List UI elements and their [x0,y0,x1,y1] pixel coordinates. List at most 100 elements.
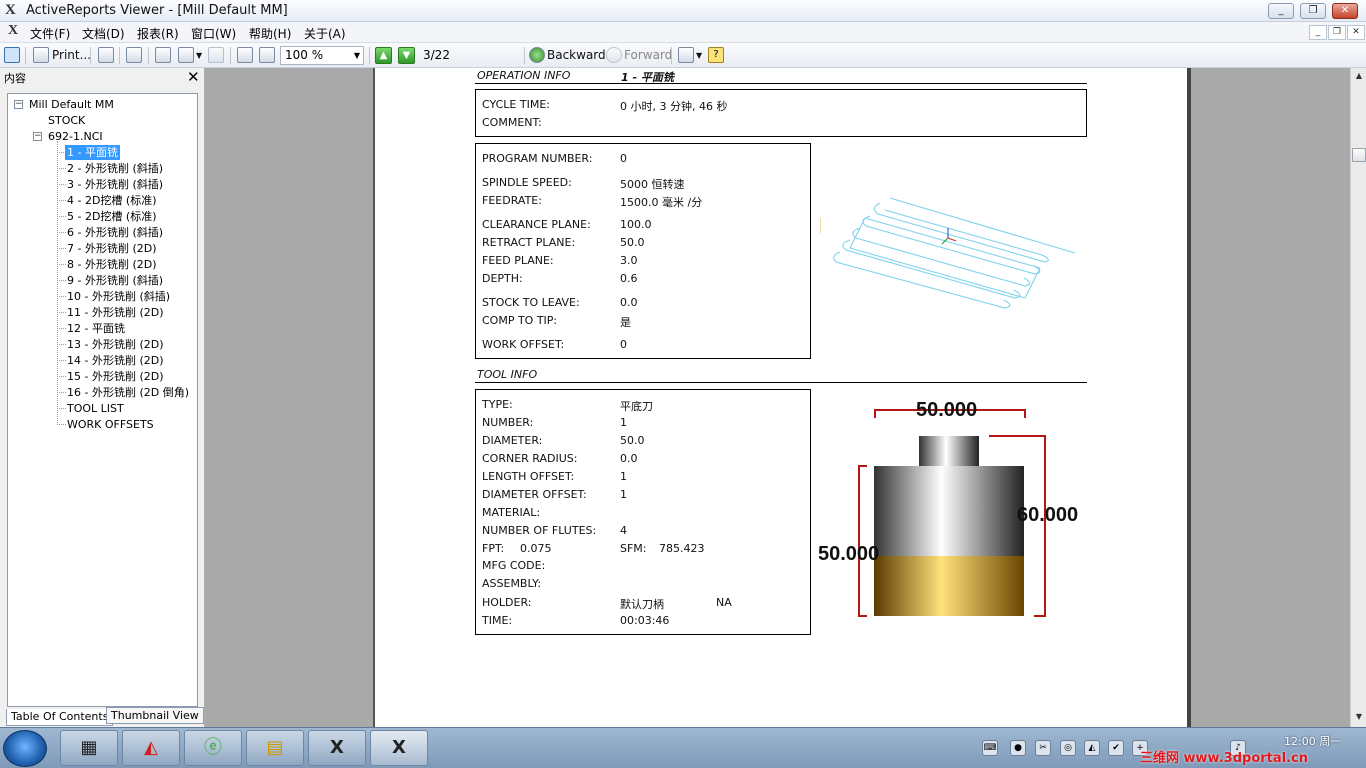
tree-connector [57,328,66,329]
mastercam-icon[interactable]: X [308,730,366,766]
zoom-out-icon[interactable] [237,47,253,63]
minimize-button[interactable]: _ [1268,3,1294,19]
tray-paint-icon[interactable]: ◭ [1084,740,1100,756]
tree-item-operation[interactable]: 2 - 外形铣削 (斜插) [67,161,163,176]
paint-app-icon[interactable]: ◭ [122,730,180,766]
collapse-icon[interactable]: − [14,100,23,109]
toc-toggle-icon[interactable] [4,47,20,63]
watermark-text: 三维网 www.3dportal.cn [1140,751,1309,766]
multi-page-icon[interactable] [178,47,194,63]
tool-label: DIAMETER: [482,434,543,447]
single-page-icon[interactable] [155,47,171,63]
param-label: RETRACT PLANE: [482,236,576,249]
scroll-up-icon[interactable]: ▲ [1353,71,1365,80]
zoom-in-icon[interactable] [259,47,275,63]
param-label: FEED PLANE: [482,254,554,267]
collapse-icon[interactable]: − [33,132,42,141]
tree-item-operation[interactable]: TOOL LIST [67,401,124,416]
tree-item-operation[interactable]: 6 - 外形铣削 (斜插) [67,225,163,240]
forward-icon[interactable] [606,47,622,63]
forward-button[interactable]: Forward [624,46,672,65]
mdi-minimize-button[interactable]: _ [1309,25,1327,40]
browser-icon[interactable]: ⓔ [184,730,242,766]
tray-tool-icon[interactable]: ✂ [1035,740,1051,756]
scroll-thumb[interactable] [1352,148,1366,162]
calculator-icon[interactable]: ▦ [60,730,118,766]
copy-icon[interactable] [98,47,114,63]
menu-report[interactable]: 报表(R) [137,25,179,42]
menu-document[interactable]: 文档(D) [82,25,125,42]
app-menu-icon[interactable]: X [8,23,18,39]
system-clock[interactable]: 12:00 周一 [1284,733,1341,749]
tab-thumbnail-view[interactable]: Thumbnail View [106,707,204,724]
menu-file[interactable]: 文件(F) [30,25,70,42]
tree-item-operation[interactable]: 16 - 外形铣削 (2D 倒角) [67,385,189,400]
mfg-code-label: MFG CODE: [482,559,546,572]
tree-item-operation[interactable]: 11 - 外形铣削 (2D) [67,305,164,320]
param-label: FEEDRATE: [482,194,542,207]
start-button[interactable] [3,730,47,767]
next-page-button[interactable]: ▼ [398,47,415,64]
tree-item-operation[interactable]: 4 - 2D挖槽 (标准) [67,193,157,208]
assembly-label: ASSEMBLY: [482,577,542,590]
menu-help[interactable]: 帮助(H) [249,25,291,42]
tree-item-operation[interactable]: 14 - 外形铣削 (2D) [67,353,164,368]
toolbar-separator [148,47,149,64]
scroll-down-icon[interactable]: ▼ [1353,712,1365,721]
tree-item-operation[interactable]: 1 - 平面铣 [65,145,120,160]
dimension-right: 60.000 [1017,504,1079,526]
panel-close-icon[interactable]: ✕ [187,68,200,86]
tree-item-operation[interactable]: WORK OFFSETS [67,417,154,432]
annotation-icon[interactable] [678,47,694,63]
tray-check-icon[interactable]: ✔ [1108,740,1124,756]
help-icon[interactable]: ? [708,47,724,63]
chevron-down-icon[interactable]: ▼ [354,47,360,64]
tray-app-icon[interactable]: ● [1010,740,1026,756]
backward-button[interactable]: Backward [547,46,606,65]
tab-table-of-contents[interactable]: Table Of Contents [6,709,114,726]
restore-button[interactable]: ❐ [1300,3,1326,19]
zoom-value: 100 % [285,48,324,62]
operation-info-heading: OPERATION INFO [477,69,571,82]
tree-item-operation[interactable]: 5 - 2D挖槽 (标准) [67,209,157,224]
tray-disc-icon[interactable]: ◎ [1060,740,1076,756]
activereports-taskbar-icon[interactable]: X [370,730,428,766]
print-button[interactable]: Print... [52,46,91,65]
tree-item-operation[interactable]: 10 - 外形铣削 (斜插) [67,289,170,304]
tool-info-heading: TOOL INFO [477,368,538,381]
sfm-label: SFM: [620,542,647,555]
page-number-input[interactable]: 3/22 [419,46,524,65]
tool-value: 0.0 [620,452,638,465]
tree-connector [57,408,66,409]
continuous-page-icon[interactable] [208,47,224,63]
close-window-button[interactable]: ✕ [1332,3,1358,19]
tree-connector [57,200,66,201]
tree-item-operation[interactable]: 13 - 外形铣削 (2D) [67,337,164,352]
multi-page-dropdown-icon[interactable]: ▼ [196,46,202,65]
tree-item-operation[interactable]: 9 - 外形铣削 (斜插) [67,273,163,288]
backward-icon[interactable] [529,47,545,63]
annotation-dropdown-icon[interactable]: ▼ [696,46,702,65]
tree-item-operation[interactable]: 12 - 平面铣 [67,321,125,336]
tool-label: NUMBER OF FLUTES: [482,524,597,537]
tree-item-operation[interactable]: 7 - 外形铣削 (2D) [67,241,157,256]
menu-window[interactable]: 窗口(W) [191,25,236,42]
menu-about[interactable]: 关于(A) [304,25,346,42]
mdi-close-button[interactable]: ✕ [1347,25,1365,40]
keyboard-icon[interactable]: ⌨ [982,740,998,756]
tree-item-stock[interactable]: STOCK [48,113,85,128]
mdi-restore-button[interactable]: ❐ [1328,25,1346,40]
find-binoculars-icon[interactable] [126,47,142,63]
tree-item-root[interactable]: Mill Default MM [29,97,114,112]
toolbar-separator [119,47,120,64]
tool-value: 1 [620,470,627,483]
zoom-select[interactable]: 100 % ▼ [280,46,364,65]
tree-item-operation[interactable]: 3 - 外形铣削 (斜插) [67,177,163,192]
tree-item-operation[interactable]: 15 - 外形铣削 (2D) [67,369,164,384]
toolbar-separator [230,47,231,64]
tree-item-operation[interactable]: 8 - 外形铣削 (2D) [67,257,157,272]
previous-page-button[interactable]: ▲ [375,47,392,64]
vertical-scrollbar[interactable]: ▲ ▼ [1350,68,1366,727]
printer-icon[interactable] [33,47,49,63]
folder-icon[interactable]: ▤ [246,730,304,766]
